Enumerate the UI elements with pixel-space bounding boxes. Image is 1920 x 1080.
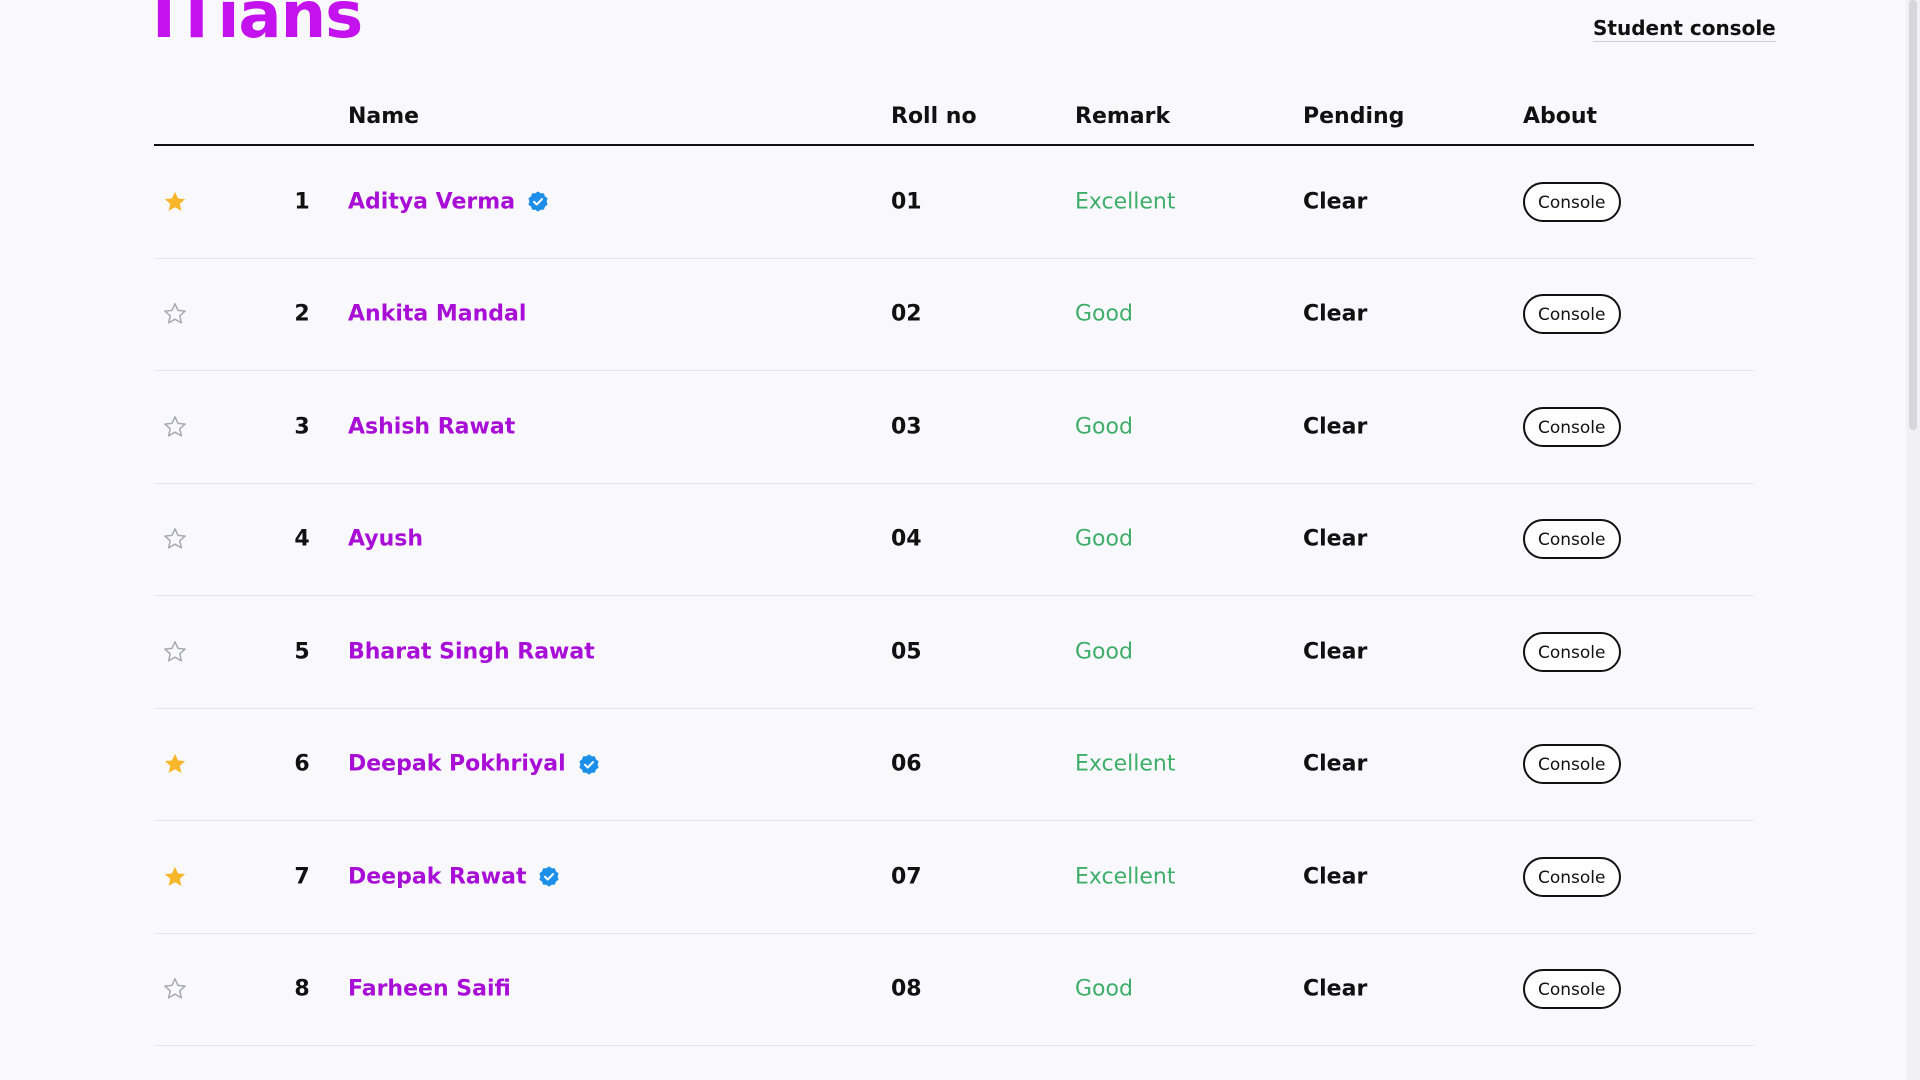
students-table: Name Roll no Remark Pending About 1 Adity… [154,96,1754,1046]
roll-no: 08 [891,976,922,1002]
row-index: 4 [294,526,310,552]
table-row: 6 Deepak Pokhriyal 06 Excellent Clear Console [154,709,1754,821]
student-name-link[interactable]: Aditya Verma [348,189,515,214]
about-cell: Console [1523,856,1621,897]
student-name-cell: Bharat Singh Rawat [348,639,595,664]
student-name-link[interactable]: Deepak Rawat [348,864,526,889]
verified-badge-icon [578,753,600,775]
row-index: 6 [294,751,310,777]
console-button[interactable]: Console [1523,744,1621,785]
about-cell: Console [1523,519,1621,560]
pending-status: Clear [1303,864,1368,890]
student-name-cell: Ayush [348,527,423,552]
table-row: 7 Deepak Rawat 07 Excellent Clear Console [154,821,1754,934]
star-filled-icon[interactable] [162,864,188,890]
about-cell: Console [1523,969,1621,1010]
table-row: 3 Ashish Rawat 03 Good Clear Console [154,371,1754,484]
remark-text: Good [1075,301,1133,327]
student-console-link[interactable]: Student console [1593,16,1776,42]
table-row: 2 Ankita Mandal 02 Good Clear Console [154,259,1754,371]
console-button[interactable]: Console [1523,856,1621,897]
column-header-about[interactable]: About [1523,104,1597,129]
about-cell: Console [1523,406,1621,447]
column-header-roll-no[interactable]: Roll no [891,104,977,129]
pending-status: Clear [1303,189,1368,215]
remark-text: Good [1075,976,1133,1002]
roll-no: 05 [891,639,922,665]
pending-status: Clear [1303,976,1368,1002]
column-header-remark[interactable]: Remark [1075,104,1170,129]
student-name-link[interactable]: Ashish Rawat [348,414,515,439]
table-header: Name Roll no Remark Pending About [154,96,1754,146]
roll-no: 03 [891,414,922,440]
star-outline-icon[interactable] [162,526,188,552]
table-row: 5 Bharat Singh Rawat 05 Good Clear Console [154,596,1754,709]
console-button[interactable]: Console [1523,406,1621,447]
remark-text: Good [1075,414,1133,440]
star-outline-icon[interactable] [162,639,188,665]
row-index: 3 [294,414,310,440]
student-name-link[interactable]: Ankita Mandal [348,302,526,327]
brand-logo[interactable]: ITians [152,0,363,48]
page: ITians Student console Name Roll no Rema… [0,0,1920,1080]
remark-text: Excellent [1075,864,1176,890]
row-index: 2 [294,301,310,327]
roll-no: 04 [891,526,922,552]
row-index: 5 [294,639,310,665]
student-name-cell: Ashish Rawat [348,414,515,439]
row-index: 7 [294,864,310,890]
console-button[interactable]: Console [1523,969,1621,1010]
student-name-cell: Farheen Saifi [348,977,511,1002]
roll-no: 01 [891,189,922,215]
star-outline-icon[interactable] [162,301,188,327]
about-cell: Console [1523,294,1621,335]
star-filled-icon[interactable] [162,751,188,777]
page-scrollbar[interactable] [1906,0,1920,1080]
column-header-pending[interactable]: Pending [1303,104,1404,129]
about-cell: Console [1523,744,1621,785]
console-button[interactable]: Console [1523,294,1621,335]
roll-no: 07 [891,864,922,890]
remark-text: Good [1075,639,1133,665]
student-name-cell: Deepak Pokhriyal [348,752,600,777]
table-row: 1 Aditya Verma 01 Excellent Clear Console [154,146,1754,259]
remark-text: Excellent [1075,189,1176,215]
pending-status: Clear [1303,751,1368,777]
verified-badge-icon [538,866,560,888]
roll-no: 02 [891,301,922,327]
student-name-cell: Ankita Mandal [348,302,526,327]
student-name-link[interactable]: Ayush [348,527,423,552]
star-filled-icon[interactable] [162,189,188,215]
table-body: 1 Aditya Verma 01 Excellent Clear Console 2 Ank… [154,146,1754,1046]
pending-status: Clear [1303,301,1368,327]
verified-badge-icon [527,191,549,213]
student-name-link[interactable]: Deepak Pokhriyal [348,752,566,777]
about-cell: Console [1523,631,1621,672]
pending-status: Clear [1303,414,1368,440]
row-index: 1 [294,189,310,215]
column-header-name[interactable]: Name [348,104,419,129]
remark-text: Good [1075,526,1133,552]
star-outline-icon[interactable] [162,414,188,440]
console-button[interactable]: Console [1523,181,1621,222]
pending-status: Clear [1303,526,1368,552]
table-row: 8 Farheen Saifi 08 Good Clear Console [154,934,1754,1046]
table-row: 4 Ayush 04 Good Clear Console [154,484,1754,596]
star-outline-icon[interactable] [162,976,188,1002]
row-index: 8 [294,976,310,1002]
student-name-link[interactable]: Farheen Saifi [348,977,511,1002]
console-button[interactable]: Console [1523,631,1621,672]
roll-no: 06 [891,751,922,777]
student-name-cell: Deepak Rawat [348,864,560,889]
student-name-link[interactable]: Bharat Singh Rawat [348,639,595,664]
console-button[interactable]: Console [1523,519,1621,560]
student-name-cell: Aditya Verma [348,189,549,214]
remark-text: Excellent [1075,751,1176,777]
scrollbar-thumb[interactable] [1909,0,1917,430]
pending-status: Clear [1303,639,1368,665]
about-cell: Console [1523,181,1621,222]
